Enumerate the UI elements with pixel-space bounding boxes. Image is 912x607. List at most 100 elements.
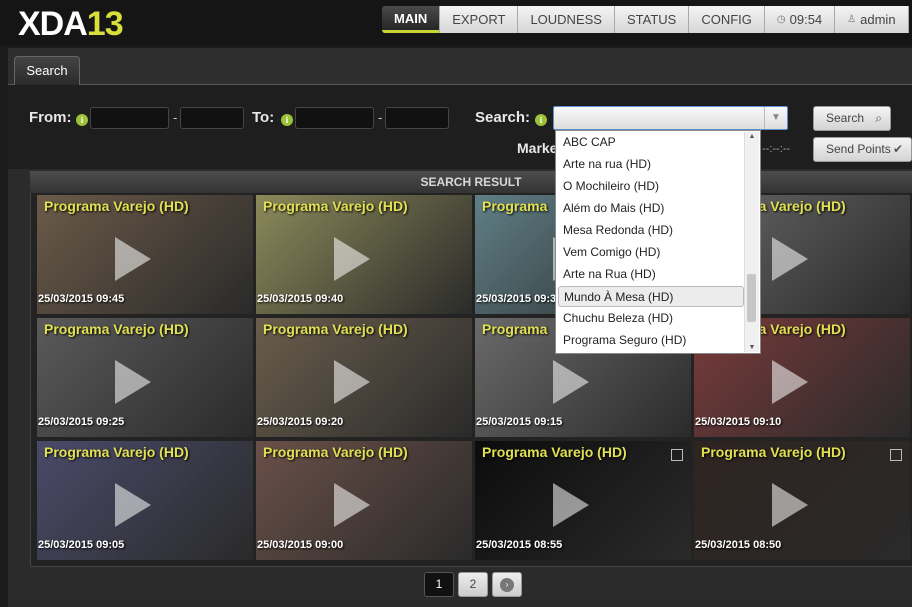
search-button[interactable]: Search ⌕ <box>813 106 891 131</box>
send-points-button[interactable]: Send Points ✔ <box>813 137 912 162</box>
play-icon[interactable] <box>115 360 151 404</box>
from-info-icon[interactable]: i <box>76 114 88 126</box>
check-icon: ✔ <box>892 142 903 156</box>
search-result-header: SEARCH RESULT <box>30 171 912 193</box>
tab-config[interactable]: CONFIG <box>689 6 765 33</box>
video-thumbnail[interactable]: Programa Varejo (HD) 25/03/2015 09:20 <box>256 318 472 437</box>
from-date-input[interactable] <box>90 107 169 129</box>
play-icon[interactable] <box>553 483 589 527</box>
to-label: To: <box>252 109 275 126</box>
dropdown-option[interactable]: Vem Comigo (HD) <box>558 242 744 263</box>
dropdown-scrollbar[interactable]: ▲ ▼ <box>744 132 759 352</box>
dropdown-option[interactable]: O Mochileiro (HD) <box>558 176 744 197</box>
thumbnail-title: Programa Varejo (HD) <box>263 321 408 337</box>
search-icon: ⌕ <box>875 111 882 125</box>
video-thumbnail[interactable]: Programa Varejo (HD) 25/03/2015 09:00 <box>256 441 472 560</box>
marker-time: --:--:-- <box>762 143 791 155</box>
page-2-button[interactable]: 2 <box>458 572 488 597</box>
tab-export[interactable]: EXPORT <box>440 6 519 33</box>
subtab-search[interactable]: Search <box>14 56 80 85</box>
to-info-icon[interactable]: i <box>281 114 293 126</box>
clip-icon <box>671 449 683 461</box>
user-name: admin <box>860 12 896 27</box>
dropdown-option[interactable]: Programa Seguro (HD) <box>558 330 744 351</box>
thumbnail-timestamp: 25/03/2015 09:00 <box>257 539 344 551</box>
video-thumbnail[interactable]: Programa Varejo (HD) 25/03/2015 09:05 <box>37 441 253 560</box>
to-separator: - <box>378 110 383 125</box>
user-icon: ♙ <box>847 14 857 25</box>
play-icon[interactable] <box>115 237 151 281</box>
video-thumbnail[interactable]: Programa Varejo (HD) 25/03/2015 09:25 <box>37 318 253 437</box>
thumbnail-timestamp: 25/03/2015 08:55 <box>476 539 563 551</box>
thumbnail-title: Programa Varejo (HD) <box>263 444 408 460</box>
search-label: Search: <box>475 109 531 126</box>
dropdown-option-highlighted[interactable]: Mundo À Mesa (HD) <box>558 286 744 307</box>
logo-text: XDA <box>18 5 88 43</box>
thumbnail-timestamp: 25/03/2015 09:05 <box>38 539 125 551</box>
from-time-input[interactable] <box>180 107 244 129</box>
clock-icon: ◷ <box>776 14 786 25</box>
video-thumbnail[interactable]: Programa Varejo (HD) 25/03/2015 08:55 <box>475 441 691 560</box>
dropdown-option[interactable]: Arte na rua (HD) <box>558 154 744 175</box>
thumbnail-timestamp: 25/03/2015 09:25 <box>38 416 125 428</box>
thumbnail-timestamp: 25/03/2015 09:45 <box>38 293 125 305</box>
play-icon[interactable] <box>334 483 370 527</box>
marker-label: Marke <box>517 140 558 156</box>
to-time-input[interactable] <box>385 107 449 129</box>
tab-main[interactable]: MAIN <box>382 6 441 33</box>
search-info-icon[interactable]: i <box>535 114 547 126</box>
program-select[interactable]: ▼ <box>553 106 788 130</box>
play-icon[interactable] <box>334 360 370 404</box>
chevron-down-icon[interactable]: ▼ <box>764 107 787 129</box>
search-button-label: Search <box>826 111 865 125</box>
tab-loudness[interactable]: LOUDNESS <box>518 6 615 33</box>
app-logo: XDA13 <box>18 4 124 44</box>
scrollbar-thumb[interactable] <box>747 274 756 322</box>
thumbnail-title: Programa Varejo (HD) <box>44 444 189 460</box>
play-icon[interactable] <box>772 483 808 527</box>
page-1-button[interactable]: 1 <box>424 572 454 597</box>
dropdown-option[interactable]: ABC CAP <box>558 132 744 153</box>
play-icon[interactable] <box>115 483 151 527</box>
play-icon[interactable] <box>772 237 808 281</box>
dropdown-option[interactable]: Além do Mais (HD) <box>558 198 744 219</box>
video-thumbnail[interactable]: Programa Varejo (HD) 25/03/2015 09:45 <box>37 195 253 314</box>
play-icon[interactable] <box>334 237 370 281</box>
thumbnail-timestamp: 25/03/2015 09:40 <box>257 293 344 305</box>
thumbnail-timestamp: 25/03/2015 09:20 <box>257 416 344 428</box>
video-thumbnail[interactable]: Programa Varejo (HD) 25/03/2015 09:40 <box>256 195 472 314</box>
clock-time: 09:54 <box>789 12 823 27</box>
from-label: From: <box>29 109 72 126</box>
dropdown-option[interactable]: Arte na Rua (HD) <box>558 264 744 285</box>
pagination: 1 2 › <box>424 572 522 597</box>
program-dropdown-list[interactable]: ABC CAP Arte na rua (HD) O Mochileiro (H… <box>555 130 761 354</box>
scroll-down-icon[interactable]: ▼ <box>745 344 759 351</box>
main-nav: MAIN EXPORT LOUDNESS STATUS CONFIG ◷ 09:5… <box>382 6 909 33</box>
scroll-up-icon[interactable]: ▲ <box>745 133 759 140</box>
dropdown-option[interactable]: Mesa Redonda (HD) <box>558 220 744 241</box>
thumbnail-title: Programa Varejo (HD) <box>263 198 408 214</box>
play-icon[interactable] <box>553 360 589 404</box>
thumbnail-timestamp: 25/03/2015 09:15 <box>476 416 563 428</box>
video-thumbnail[interactable]: Programa Varejo (HD) 25/03/2015 08:50 <box>694 441 910 560</box>
from-separator: - <box>173 110 178 125</box>
clock-display: ◷ 09:54 <box>764 6 836 33</box>
user-menu[interactable]: ♙ admin <box>835 6 909 33</box>
thumbnail-title: Programa Varejo (HD) <box>44 198 189 214</box>
next-page-button[interactable]: › <box>492 572 522 597</box>
top-bar: XDA13 MAIN EXPORT LOUDNESS STATUS CONFIG… <box>0 0 912 46</box>
thumbnail-title: Programa Varejo (HD) <box>44 321 189 337</box>
thumbnail-title: Programa <box>482 321 548 337</box>
play-icon[interactable] <box>772 360 808 404</box>
tab-status[interactable]: STATUS <box>614 6 690 33</box>
to-date-input[interactable] <box>295 107 374 129</box>
clip-icon <box>890 449 902 461</box>
thumbnail-title: Programa Varejo (HD) <box>482 444 627 460</box>
thumbnail-title: Programa <box>482 198 548 214</box>
thumbnail-title: Programa Varejo (HD) <box>701 444 846 460</box>
thumbnail-timestamp: 25/03/2015 08:50 <box>695 539 782 551</box>
thumbnail-timestamp: 25/03/2015 09:10 <box>695 416 782 428</box>
dropdown-option[interactable]: Chuchu Beleza (HD) <box>558 308 744 329</box>
send-points-label: Send Points <box>826 142 891 156</box>
subtab-strip <box>8 48 912 85</box>
